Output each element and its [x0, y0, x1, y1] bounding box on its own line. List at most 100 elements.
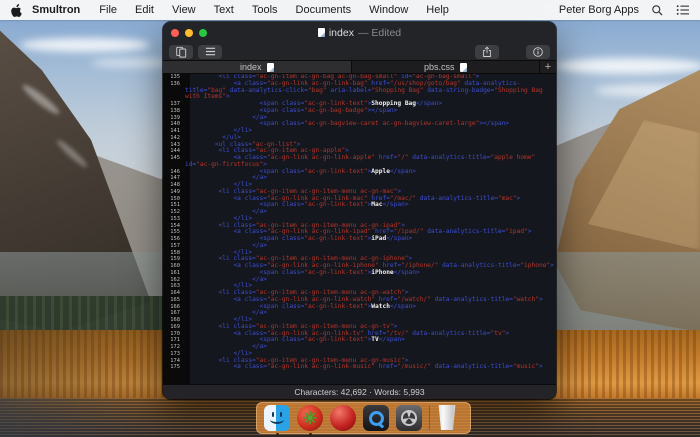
menu-bar: SmultronFileEditViewTextToolsDocumentsWi…	[0, 0, 700, 20]
line-number: 163	[163, 283, 185, 290]
line-number: 146	[163, 169, 185, 176]
line-number: 164	[163, 290, 185, 297]
line-number: 153	[163, 216, 185, 223]
notification-center-icon[interactable]	[676, 4, 690, 16]
line-number: 144	[163, 148, 185, 155]
line-number: 150	[163, 196, 185, 203]
search-icon[interactable]	[651, 4, 664, 17]
window-title-suffix: — Edited	[358, 27, 401, 39]
close-button[interactable]	[171, 29, 179, 37]
line-number: 154	[163, 223, 185, 230]
menu-item-help[interactable]: Help	[417, 0, 458, 20]
tab-label: index	[240, 62, 262, 72]
line-number: 172	[163, 344, 185, 351]
line-number: 142	[163, 135, 185, 142]
dock-divider	[429, 406, 430, 430]
quicktime-icon[interactable]	[363, 405, 389, 431]
code-line: 145 <a class="ac-gn-link ac-gn-link-appl…	[163, 155, 556, 169]
documents-icon[interactable]	[169, 45, 193, 59]
line-number: 174	[163, 358, 185, 365]
menu-extra-title[interactable]: Peter Borg Apps	[559, 4, 639, 16]
line-number: 140	[163, 121, 185, 128]
toolbar	[163, 43, 556, 60]
menu-item-window[interactable]: Window	[360, 0, 417, 20]
list-icon[interactable]	[198, 45, 222, 59]
line-number: 168	[163, 317, 185, 324]
wallpaper-cloud	[20, 38, 150, 52]
line-number: 166	[163, 304, 185, 311]
red-sphere-app-icon[interactable]	[330, 405, 356, 431]
tab-pbs.css[interactable]: pbs.css	[352, 61, 541, 73]
menu-item-text[interactable]: Text	[205, 0, 243, 20]
line-number: 148	[163, 182, 185, 189]
smultron-icon[interactable]: ✳	[297, 405, 323, 431]
tab-bar-tabs: index pbs.css	[163, 61, 540, 73]
wallpaper-cloud	[555, 58, 700, 74]
zoom-button[interactable]	[199, 29, 207, 37]
tab-label: pbs.css	[424, 62, 455, 72]
wallpaper-lake-shadow	[0, 398, 190, 437]
menu-item-view[interactable]: View	[163, 0, 205, 20]
trash-icon[interactable]	[437, 405, 463, 431]
line-number: 161	[163, 270, 185, 277]
line-number: 162	[163, 277, 185, 284]
line-number: 160	[163, 263, 185, 270]
line-number: 135	[163, 74, 185, 81]
menu-item-tools[interactable]: Tools	[243, 0, 287, 20]
line-number: 169	[163, 324, 185, 331]
line-number: 151	[163, 202, 185, 209]
line-number: 157	[163, 243, 185, 250]
status-text: Characters: 42,692 · Words: 5,993	[294, 387, 424, 397]
status-bar: Characters: 42,692 · Words: 5,993	[163, 384, 556, 399]
code-lines: 135 <li class="ac-gn-item ac-gn-bag ac-g…	[163, 74, 556, 371]
line-number: 158	[163, 250, 185, 257]
menu-item-documents[interactable]: Documents	[287, 0, 361, 20]
menu-item-file[interactable]: File	[90, 0, 126, 20]
line-number: 143	[163, 142, 185, 149]
tab-index[interactable]: index	[163, 61, 352, 73]
system-preferences-icon[interactable]	[396, 405, 422, 431]
traffic-lights	[171, 29, 207, 37]
info-icon[interactable]	[526, 45, 550, 59]
document-icon	[318, 28, 325, 37]
line-number: 170	[163, 331, 185, 338]
line-number: 138	[163, 108, 185, 115]
window-title: index — Edited	[163, 27, 556, 39]
tab-bar: index pbs.css +	[163, 60, 556, 74]
line-number: 155	[163, 229, 185, 236]
line-number: 139	[163, 115, 185, 122]
smultron-window: index — Edited index pbs.css + 135	[163, 22, 556, 399]
line-number: 145	[163, 155, 185, 169]
document-icon	[267, 63, 274, 72]
code-line: 175 <a class="ac-gn-link ac-gn-link-musi…	[163, 364, 556, 371]
share-icon[interactable]	[475, 45, 499, 59]
menu-item-edit[interactable]: Edit	[126, 0, 163, 20]
line-number: 159	[163, 256, 185, 263]
line-number: 141	[163, 128, 185, 135]
finder-icon[interactable]	[264, 405, 290, 431]
line-number: 137	[163, 101, 185, 108]
line-number: 152	[163, 209, 185, 216]
running-indicator	[276, 433, 279, 436]
line-number: 147	[163, 175, 185, 182]
menu-items: SmultronFileEditViewTextToolsDocumentsWi…	[28, 0, 458, 20]
line-number: 136	[163, 81, 185, 101]
dock: ✳	[256, 402, 471, 434]
menu-bar-right: Peter Borg Apps	[559, 4, 700, 17]
desktop[interactable]: SmultronFileEditViewTextToolsDocumentsWi…	[0, 0, 700, 437]
running-indicator	[309, 433, 312, 436]
line-number: 156	[163, 236, 185, 243]
code-editor[interactable]: 135 <li class="ac-gn-item ac-gn-bag ac-g…	[163, 74, 556, 384]
menu-item-smultron[interactable]: Smultron	[28, 0, 90, 20]
apple-icon[interactable]	[11, 4, 22, 17]
code-line: 136 <a class="ac-gn-link ac-gn-link-bag"…	[163, 81, 556, 101]
document-icon	[460, 63, 467, 72]
line-number: 149	[163, 189, 185, 196]
new-tab-button[interactable]: +	[540, 61, 556, 73]
title-bar[interactable]: index — Edited	[163, 22, 556, 43]
line-number: 167	[163, 310, 185, 317]
window-title-text: index	[329, 27, 354, 39]
line-number: 165	[163, 297, 185, 304]
minimize-button[interactable]	[185, 29, 193, 37]
line-number: 171	[163, 337, 185, 344]
